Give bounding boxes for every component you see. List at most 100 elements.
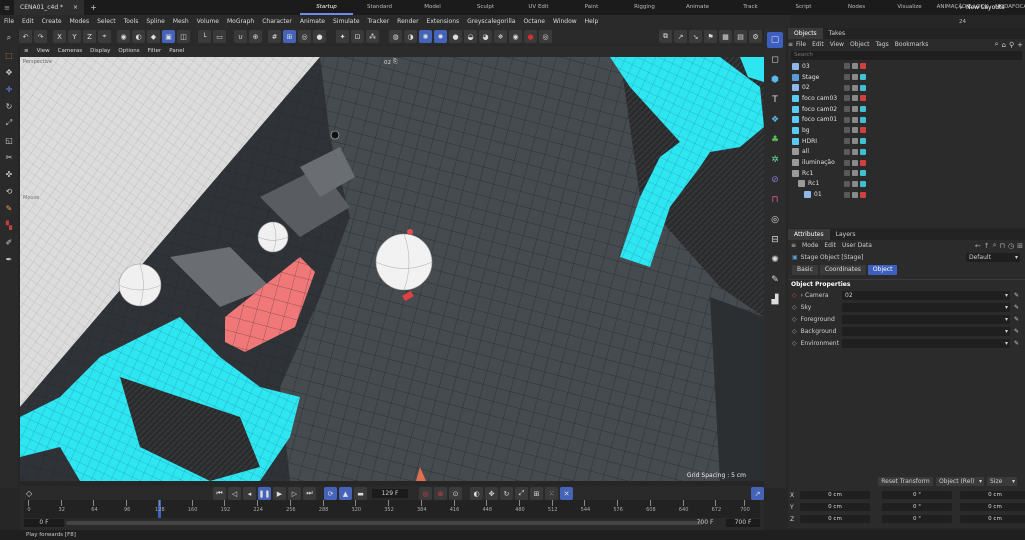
- timeline-expand-icon[interactable]: ↗: [750, 487, 765, 500]
- keyframe-diamond-icon[interactable]: ◇: [792, 328, 797, 335]
- keyframe-diamond-icon[interactable]: ◇: [26, 489, 32, 498]
- new-layouts-button[interactable]: ▸ New Layouts: [960, 0, 1005, 15]
- cube-icon[interactable]: ⬢: [767, 72, 783, 88]
- visibility-dot-icon[interactable]: [852, 95, 858, 102]
- coordinate-mode-dropdown[interactable]: Object (Rel) ▾: [936, 477, 984, 486]
- object-search-input[interactable]: Search: [791, 51, 1022, 60]
- object-row[interactable]: foco cam03: [792, 93, 1025, 104]
- object-menu-view[interactable]: View: [827, 41, 847, 48]
- visibility-dot-icon[interactable]: [852, 191, 858, 198]
- octane-record-icon[interactable]: ●: [524, 30, 537, 43]
- layer-dot-icon[interactable]: [844, 106, 850, 113]
- tag-icon[interactable]: [860, 148, 866, 155]
- lasso-icon[interactable]: ⟲: [2, 184, 16, 198]
- start-frame-field[interactable]: 0 F: [24, 519, 64, 527]
- pen-tool-icon[interactable]: ✎: [767, 272, 783, 288]
- timeline-ruler[interactable]: 0 32 64 96 128 160 192 224 256 288 320 352 384 416 448…: [20, 500, 764, 518]
- lock-icon[interactable]: ⊓: [1000, 242, 1005, 250]
- tab-attributes[interactable]: Attributes: [788, 229, 830, 240]
- chevron-down-icon[interactable]: ▾: [1005, 328, 1010, 335]
- viewport-3d[interactable]: Perspective Mouse 02 ⎘ Grid Spacing : 5 …: [20, 57, 764, 481]
- up-icon[interactable]: ↑: [984, 242, 990, 250]
- keyframe-diamond-icon[interactable]: ◇: [792, 316, 797, 323]
- current-frame-field[interactable]: 129 F: [372, 489, 408, 498]
- object-menu-object[interactable]: Object: [847, 41, 873, 48]
- render-view-icon[interactable]: ⧉: [659, 30, 672, 43]
- visibility-dot-icon[interactable]: [852, 106, 858, 113]
- layer-dot-icon[interactable]: [844, 84, 850, 91]
- search-icon[interactable]: ⌕: [2, 31, 16, 45]
- object-row[interactable]: all: [792, 147, 1025, 158]
- octane-light-icon[interactable]: ✺: [419, 30, 432, 43]
- next-key-icon[interactable]: ▷: [288, 487, 301, 500]
- subtab-object[interactable]: Object: [867, 264, 898, 275]
- layout-tab-6[interactable]: Rigging: [618, 0, 671, 15]
- tag-icon[interactable]: [860, 170, 866, 177]
- menu-item-create[interactable]: Create: [38, 15, 66, 28]
- tag-icon[interactable]: [860, 191, 866, 198]
- subtab-basic[interactable]: Basic: [792, 264, 818, 275]
- model-mode-icon[interactable]: ▣: [162, 30, 175, 43]
- menu-item-tracker[interactable]: Tracker: [364, 15, 394, 28]
- tag-icon[interactable]: [860, 180, 866, 187]
- record-rotation-icon[interactable]: ↻: [500, 487, 513, 500]
- previous-frame-icon[interactable]: ◂: [243, 487, 256, 500]
- viewport-menu-icon[interactable]: ≡: [20, 46, 33, 57]
- attribute-menu-mode[interactable]: Mode: [799, 242, 821, 249]
- keyframe-selection-icon[interactable]: ⊙: [449, 487, 462, 500]
- object-menu-bookmarks[interactable]: Bookmarks: [892, 41, 932, 48]
- scene-icon[interactable]: ◎: [767, 212, 783, 228]
- octane-globe-icon[interactable]: ◕: [479, 30, 492, 43]
- attribute-link-field[interactable]: ▾: [842, 302, 1010, 312]
- menu-item-select[interactable]: Select: [93, 15, 120, 28]
- picker-icon[interactable]: ✎: [1014, 292, 1019, 299]
- viewport-menu-filter[interactable]: Filter: [144, 46, 166, 57]
- interpolation-icon[interactable]: ✕: [560, 487, 573, 500]
- cube-primitive-icon[interactable]: ◻: [767, 52, 783, 68]
- clapper-icon[interactable]: ⚑: [704, 30, 717, 43]
- edges-mode-icon[interactable]: ◐: [132, 30, 145, 43]
- polygons-mode-icon[interactable]: ◆: [147, 30, 160, 43]
- visibility-dot-icon[interactable]: [852, 180, 858, 187]
- move-arrows-icon[interactable]: ✛: [2, 82, 16, 96]
- octane-render-icon[interactable]: ◍: [389, 30, 402, 43]
- motion-record-icon[interactable]: ◐: [470, 487, 483, 500]
- tab-layers[interactable]: Layers: [830, 229, 862, 240]
- octane-sun-icon[interactable]: ✹: [434, 30, 447, 43]
- tag-icon[interactable]: [860, 106, 866, 113]
- sculpt-icon[interactable]: ✐: [2, 235, 16, 249]
- keyframe-diamond-icon[interactable]: ◇: [792, 292, 797, 299]
- record-position-icon[interactable]: ✥: [485, 487, 498, 500]
- paint-icon[interactable]: ▚: [2, 218, 16, 232]
- tag-icon[interactable]: [860, 95, 866, 102]
- effector-icon[interactable]: ✲: [767, 152, 783, 168]
- render-picture-viewer-icon[interactable]: ▦: [719, 30, 732, 43]
- layout-tab-3[interactable]: Sculpt: [459, 0, 512, 15]
- document-tab[interactable]: CENA01_c4d * ×: [14, 0, 85, 15]
- menu-item-extensions[interactable]: Extensions: [423, 15, 464, 28]
- object-row[interactable]: HDRI: [792, 136, 1025, 147]
- object-row[interactable]: Rc1: [792, 179, 1025, 190]
- viewport-menu-panel[interactable]: Panel: [165, 46, 188, 57]
- layout-tab-8[interactable]: Track: [724, 0, 777, 15]
- scale-tool-icon[interactable]: ⤢: [2, 116, 16, 130]
- texture-mode-icon[interactable]: ◫: [177, 30, 190, 43]
- rotation-field[interactable]: 0 °: [882, 515, 952, 523]
- grid-snap-icon[interactable]: ⊞: [283, 30, 296, 43]
- keyframe-diamond-icon[interactable]: ◇: [792, 340, 797, 347]
- menu-item-file[interactable]: File: [0, 15, 18, 28]
- menu-item-character[interactable]: Character: [258, 15, 296, 28]
- menu-item-render[interactable]: Render: [393, 15, 422, 28]
- new-window-icon[interactable]: ⊞: [1017, 242, 1023, 250]
- history-icon[interactable]: ◷: [1008, 242, 1014, 250]
- search-icon[interactable]: ⌕: [995, 40, 999, 49]
- fps-icon[interactable]: ▬: [354, 487, 367, 500]
- chevron-down-icon[interactable]: ▾: [1005, 316, 1010, 323]
- attribute-link-field[interactable]: ▾: [842, 338, 1010, 348]
- render-queue-icon[interactable]: ▤: [734, 30, 747, 43]
- menu-item-greyscalegorilla[interactable]: Greyscalegorilla: [463, 15, 519, 28]
- autokey-icon[interactable]: ⊛: [434, 487, 447, 500]
- record-points-icon[interactable]: ⁙: [545, 487, 558, 500]
- visibility-dot-icon[interactable]: [852, 170, 858, 177]
- picker-icon[interactable]: ✎: [1014, 304, 1019, 311]
